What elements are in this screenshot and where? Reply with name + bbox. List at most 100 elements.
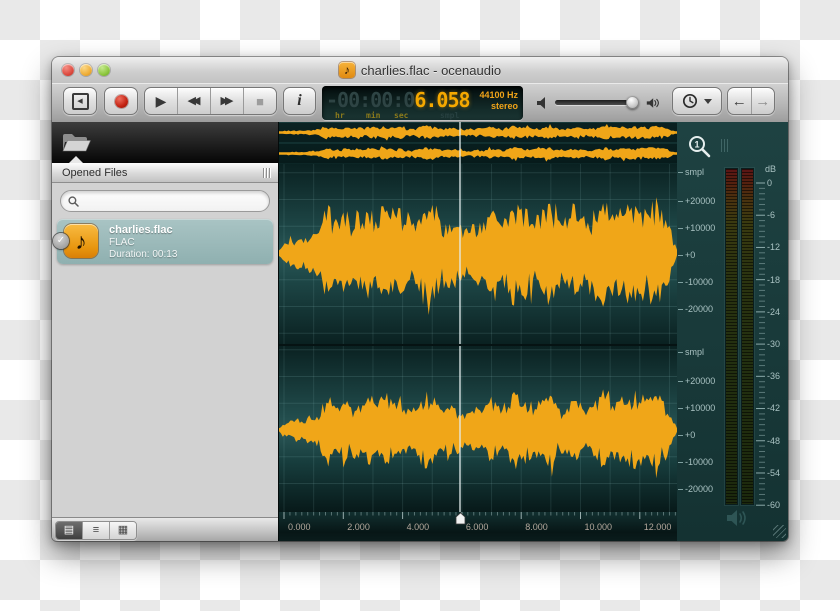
db-scale-label: -18: [767, 275, 780, 285]
db-scale-label: -54: [767, 468, 780, 478]
rewind-button[interactable]: ◀◀: [177, 88, 210, 114]
time-tick-label: 6.000: [466, 522, 489, 532]
channel-2-view[interactable]: [279, 346, 677, 512]
unit-hr: hr: [335, 111, 345, 120]
channel-1-view[interactable]: [279, 164, 677, 344]
file-format: FLAC: [109, 237, 177, 248]
sample-scale-label: smpl: [685, 167, 704, 177]
record-button[interactable]: [104, 87, 138, 115]
sample-rate-label: 44100 Hz: [479, 90, 518, 101]
time-tick-label: 12.000: [644, 522, 672, 532]
sample-scale-label: +20000: [685, 376, 715, 386]
volume-down-icon[interactable]: [536, 96, 552, 110]
sidebar-search-field[interactable]: [60, 190, 270, 212]
history-nav-group: ← →: [727, 87, 775, 115]
db-scale-label: -42: [767, 403, 780, 413]
time-display[interactable]: -00:00:06.058 hr min sec smpl 44100 Hz s…: [322, 86, 523, 120]
info-icon: i: [297, 92, 301, 110]
file-duration: Duration: 00:13: [109, 249, 177, 260]
opened-file-list-item[interactable]: ♪ charlies.flac FLAC Duration: 00:13 ✓: [57, 219, 273, 264]
time-format-button[interactable]: [672, 87, 722, 115]
time-display-bright-digits: 6.058: [414, 88, 469, 112]
title-bar[interactable]: ♪ charlies.flac - ocenaudio: [52, 57, 788, 84]
volume-slider[interactable]: [555, 100, 637, 105]
clock-icon: [682, 93, 698, 109]
sample-scale-label: -10000: [685, 277, 713, 287]
sample-scale-label: -10000: [685, 457, 713, 467]
unit-sec: sec: [394, 111, 408, 120]
unit-smpl: smpl: [440, 111, 459, 120]
search-input[interactable]: [79, 192, 269, 210]
db-scale-label: -6: [767, 210, 775, 220]
sidebar-tab-strip: [52, 122, 278, 163]
db-scale-label: -36: [767, 371, 780, 381]
time-display-dim-digits: -00:00:0: [326, 88, 414, 112]
window-resize-grip[interactable]: [773, 525, 786, 538]
editor-area: 0.0002.0004.0006.0008.00010.00012.000 1 …: [278, 122, 788, 541]
sample-scale-label: -20000: [685, 484, 713, 494]
stop-icon: ■: [256, 95, 264, 108]
panel-grip-icon[interactable]: [721, 139, 728, 152]
file-loaded-check-icon: ✓: [53, 233, 69, 249]
zoom-magnifier-icon[interactable]: 1: [687, 134, 713, 160]
sample-scale-label: +20000: [685, 196, 715, 206]
sample-scale-label: smpl: [685, 347, 704, 357]
info-button[interactable]: i: [283, 87, 316, 115]
level-meter-left: [725, 168, 738, 505]
sidebar-bottom-bar: ▤ ≡ ▦: [52, 517, 278, 541]
time-tick-label: 10.000: [585, 522, 613, 532]
play-icon: ▶: [156, 94, 167, 108]
active-tab-notch: [69, 156, 83, 163]
time-tick-label: 0.000: [288, 522, 311, 532]
sample-scale-label: +0: [685, 250, 695, 260]
file-name: charlies.flac: [109, 224, 177, 236]
time-tick-label: 8.000: [525, 522, 548, 532]
play-button[interactable]: ▶: [145, 88, 177, 114]
fast-forward-button[interactable]: ▶▶: [210, 88, 243, 114]
sample-scale-label: +10000: [685, 223, 715, 233]
stop-button[interactable]: ■: [243, 88, 276, 114]
navigate-back-button[interactable]: ←: [728, 88, 751, 114]
sample-scale-label: -20000: [685, 304, 713, 314]
level-meter-right: [741, 168, 754, 505]
playhead-marker[interactable]: [455, 512, 466, 525]
panel-drag-grip-icon[interactable]: [263, 168, 270, 178]
forward-arrow-icon: →: [755, 93, 770, 110]
search-icon: [68, 196, 79, 207]
db-scale-label: -24: [767, 307, 780, 317]
go-to-start-icon: ◀: [72, 93, 89, 110]
navigate-forward-button[interactable]: →: [751, 88, 775, 114]
db-scale-ticks: [756, 168, 765, 508]
back-arrow-icon: ←: [732, 93, 747, 110]
channel-2-waveform: [279, 346, 677, 512]
sidebar: Opened Files ♪ charlies.flac FLAC Durati…: [52, 122, 278, 541]
db-scale-label: -12: [767, 242, 780, 252]
time-tick-label: 2.000: [347, 522, 370, 532]
fast-forward-icon: ▶▶: [221, 96, 234, 107]
view-mode-detailed-button[interactable]: ▤: [56, 522, 82, 539]
sample-scale-label: +0: [685, 430, 695, 440]
sidebar-panel-title: Opened Files: [62, 167, 263, 179]
app-window: ♪ charlies.flac - ocenaudio ◀ ▶ ◀◀ ▶▶ ■ …: [52, 57, 788, 541]
monitor-speaker-icon[interactable]: [725, 507, 751, 529]
volume-slider-knob[interactable]: [626, 96, 639, 109]
rewind-icon: ◀◀: [188, 96, 201, 107]
file-overview-strip[interactable]: [279, 122, 677, 164]
go-to-start-button[interactable]: ◀: [63, 87, 97, 115]
volume-up-icon[interactable]: [646, 96, 662, 110]
chevron-down-icon: [704, 99, 712, 104]
view-mode-grid-button[interactable]: ▦: [109, 522, 136, 539]
db-scale-label: 0: [767, 178, 772, 188]
sidebar-panel-header: Opened Files: [52, 163, 278, 183]
transport-group: ▶ ◀◀ ▶▶ ■: [144, 87, 277, 115]
view-mode-list-button[interactable]: ≡: [82, 522, 109, 539]
channel-1-waveform: [279, 164, 677, 344]
time-ruler[interactable]: 0.0002.0004.0006.0008.00010.00012.000: [279, 512, 677, 541]
opened-files-folder-icon[interactable]: [60, 130, 92, 156]
sample-scale-label: +10000: [685, 403, 715, 413]
db-scale-title: dB: [765, 164, 776, 174]
document-music-icon: ♪: [339, 62, 355, 78]
db-scale-label: -30: [767, 339, 780, 349]
window-title: charlies.flac - ocenaudio: [361, 63, 501, 78]
waveform-plot[interactable]: 0.0002.0004.0006.0008.00010.00012.000: [279, 122, 677, 541]
